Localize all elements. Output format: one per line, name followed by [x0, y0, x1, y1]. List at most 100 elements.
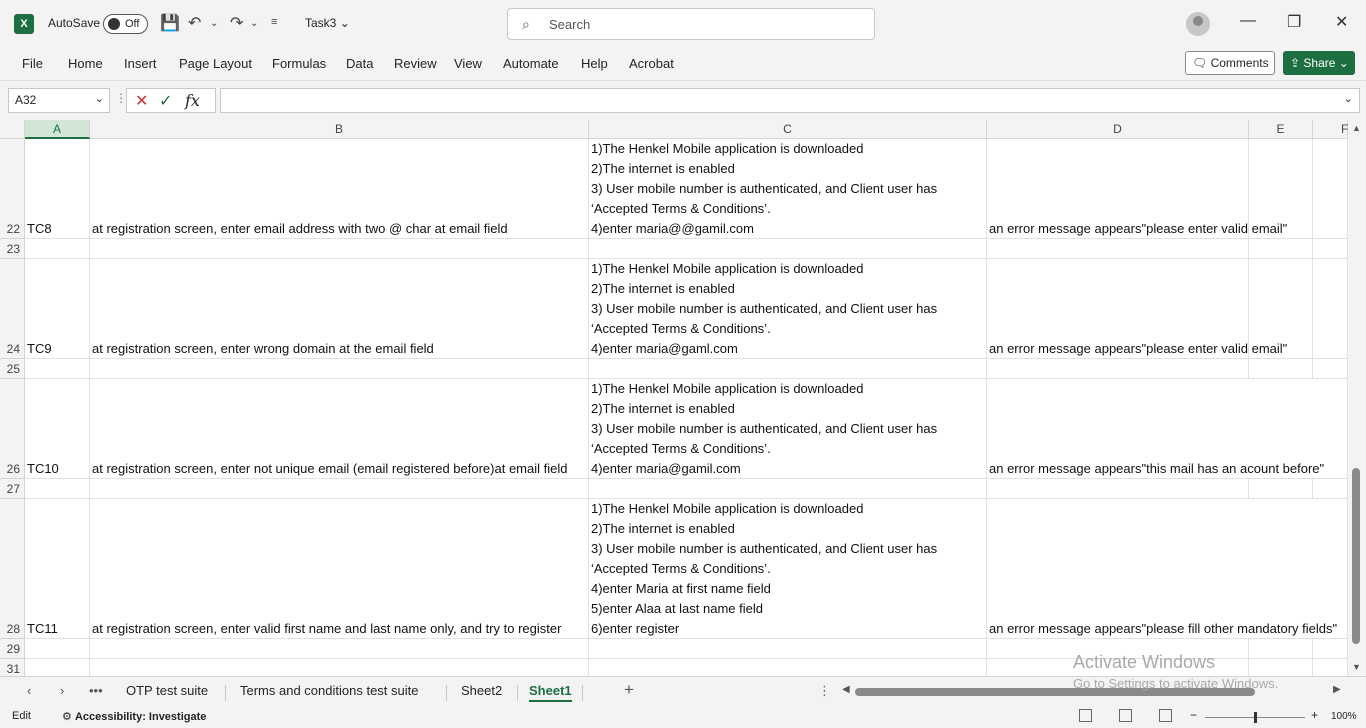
row-header-25[interactable]: 25: [0, 359, 25, 379]
cell-d22[interactable]: an error message appears"please enter va…: [987, 139, 1287, 239]
sheet-tab-sheet1[interactable]: Sheet1: [529, 683, 572, 702]
cell-a29[interactable]: [25, 639, 90, 659]
scroll-down-icon[interactable]: ▼: [1352, 662, 1361, 672]
column-header-f[interactable]: F: [1313, 120, 1348, 139]
name-box[interactable]: A32 ⌄: [8, 88, 110, 113]
cell-a28[interactable]: TC11: [25, 499, 90, 639]
menu-acrobat[interactable]: Acrobat: [629, 56, 674, 71]
sheet-tab-otp[interactable]: OTP test suite: [126, 683, 208, 698]
cell-d28[interactable]: an error message appears"please fill oth…: [987, 499, 1348, 639]
cell-c25[interactable]: [589, 359, 987, 379]
cell-e31[interactable]: [1249, 659, 1313, 676]
vertical-scroll-thumb[interactable]: [1352, 468, 1360, 644]
menu-data[interactable]: Data: [346, 56, 373, 71]
cell-a31[interactable]: [25, 659, 90, 676]
insert-function-icon[interactable]: fx: [185, 91, 200, 110]
cell-f22[interactable]: [1313, 139, 1348, 239]
cell-d23[interactable]: [987, 239, 1249, 259]
column-header-d[interactable]: D: [987, 120, 1249, 139]
row-header-27[interactable]: 27: [0, 479, 25, 499]
vertical-scrollbar[interactable]: ▲ ▼: [1348, 120, 1366, 676]
search-box[interactable]: ⌕ Search: [507, 8, 875, 40]
comments-button[interactable]: 🗨 Comments: [1185, 51, 1275, 75]
row-header-26[interactable]: 26: [0, 379, 25, 479]
cell-c29[interactable]: [589, 639, 987, 659]
cell-a22[interactable]: TC8: [25, 139, 90, 239]
expand-formula-icon[interactable]: ⌄: [1344, 92, 1353, 105]
cell-f29[interactable]: [1313, 639, 1348, 659]
cell-e23[interactable]: [1249, 239, 1313, 259]
worksheet-grid[interactable]: A B C D E F 22 TC8 at registration scree…: [0, 120, 1366, 676]
sheet-tab-sheet2[interactable]: Sheet2: [461, 683, 502, 698]
zoom-slider-thumb[interactable]: [1254, 712, 1257, 723]
add-sheet-icon[interactable]: +: [624, 680, 634, 700]
cell-a23[interactable]: [25, 239, 90, 259]
column-header-a[interactable]: A: [25, 120, 90, 139]
cell-f25[interactable]: [1313, 359, 1348, 379]
cell-e22[interactable]: [1249, 139, 1313, 239]
cell-b28[interactable]: at registration screen, enter valid firs…: [90, 499, 589, 639]
cell-f24[interactable]: [1313, 259, 1348, 359]
more-options-icon[interactable]: ⋮: [818, 683, 831, 699]
menu-formulas[interactable]: Formulas: [272, 56, 326, 71]
formula-input[interactable]: ⌄: [220, 88, 1360, 113]
minimize-icon[interactable]: —: [1240, 12, 1256, 30]
redo-icon[interactable]: ↷: [230, 13, 243, 33]
more-sheets-icon[interactable]: •••: [89, 683, 103, 698]
row-header-28[interactable]: 28: [0, 499, 25, 639]
cell-b23[interactable]: [90, 239, 589, 259]
share-button[interactable]: ⇪ Share ⌄: [1283, 51, 1355, 75]
row-header-31[interactable]: 31: [0, 659, 25, 676]
page-layout-view-icon[interactable]: [1119, 709, 1132, 722]
menu-page-layout[interactable]: Page Layout: [179, 56, 252, 71]
save-icon[interactable]: 💾: [160, 13, 180, 33]
cell-a24[interactable]: TC9: [25, 259, 90, 359]
menu-insert[interactable]: Insert: [124, 56, 157, 71]
sheet-tab-terms[interactable]: Terms and conditions test suite: [240, 683, 418, 698]
cell-e24[interactable]: [1249, 259, 1313, 359]
cell-f27[interactable]: [1313, 479, 1348, 499]
cell-c31[interactable]: [589, 659, 987, 676]
cell-a25[interactable]: [25, 359, 90, 379]
cell-c22[interactable]: 1)The Henkel Mobile application is downl…: [589, 139, 987, 239]
zoom-in-icon[interactable]: +: [1311, 708, 1318, 722]
cell-a27[interactable]: [25, 479, 90, 499]
cell-b25[interactable]: [90, 359, 589, 379]
accessibility-status[interactable]: ⚙ Accessibility: Investigate: [62, 710, 206, 723]
cell-c23[interactable]: [589, 239, 987, 259]
cell-d25[interactable]: [987, 359, 1249, 379]
menu-help[interactable]: Help: [581, 56, 608, 71]
autosave-toggle[interactable]: Off: [103, 14, 148, 34]
row-header-22[interactable]: 22: [0, 139, 25, 239]
menu-file[interactable]: File: [22, 56, 43, 71]
cell-d27[interactable]: [987, 479, 1249, 499]
cell-e29[interactable]: [1249, 639, 1313, 659]
cell-b26[interactable]: at registration screen, enter not unique…: [90, 379, 589, 479]
scroll-right-icon[interactable]: ▶: [1333, 684, 1341, 695]
page-break-view-icon[interactable]: [1159, 709, 1172, 722]
document-title[interactable]: Task3 ⌄: [305, 16, 350, 30]
undo-dropdown-icon[interactable]: ⌄: [210, 18, 218, 29]
cell-c26[interactable]: 1)The Henkel Mobile application is downl…: [589, 379, 987, 479]
cancel-icon[interactable]: ✕: [135, 91, 148, 111]
cell-e25[interactable]: [1249, 359, 1313, 379]
cell-e27[interactable]: [1249, 479, 1313, 499]
chevron-left-icon[interactable]: ‹: [27, 683, 31, 698]
customize-toolbar-icon[interactable]: ≡: [271, 16, 277, 28]
close-icon[interactable]: ✕: [1335, 12, 1348, 32]
menu-review[interactable]: Review: [394, 56, 437, 71]
cell-b24[interactable]: at registration screen, enter wrong doma…: [90, 259, 589, 359]
menu-view[interactable]: View: [454, 56, 482, 71]
cell-f23[interactable]: [1313, 239, 1348, 259]
cell-c28[interactable]: 1)The Henkel Mobile application is downl…: [589, 499, 987, 639]
cell-c24[interactable]: 1)The Henkel Mobile application is downl…: [589, 259, 987, 359]
scroll-up-icon[interactable]: ▲: [1352, 123, 1361, 133]
restore-icon[interactable]: ❐: [1287, 12, 1301, 32]
cell-b22[interactable]: at registration screen, enter email addr…: [90, 139, 589, 239]
cell-d26[interactable]: an error message appears"this mail has a…: [987, 379, 1348, 479]
cell-d24[interactable]: an error message appears"please enter va…: [987, 259, 1287, 359]
cell-c27[interactable]: [589, 479, 987, 499]
row-header-29[interactable]: 29: [0, 639, 25, 659]
chevron-right-icon[interactable]: ›: [60, 683, 64, 698]
select-all-corner[interactable]: [0, 120, 25, 139]
